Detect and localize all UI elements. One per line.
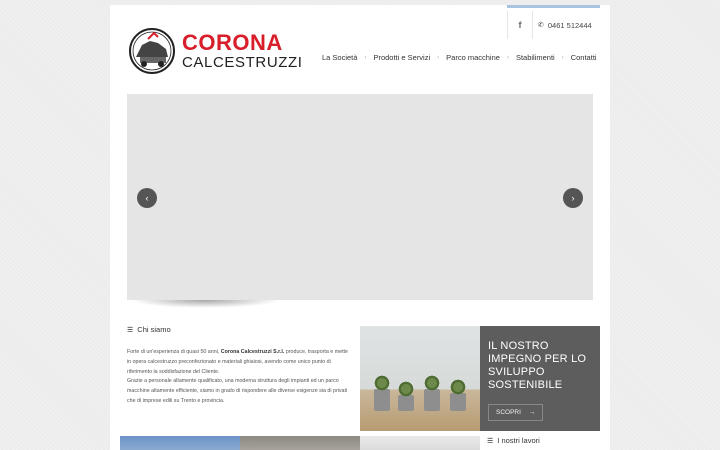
about-text: Forte di un'esperienza di quasi 50 anni,…	[127, 348, 349, 407]
nav-separator: ›	[364, 54, 367, 61]
plant	[423, 375, 441, 391]
logo-seal-icon	[129, 28, 175, 74]
phone-icon: ✆	[538, 22, 544, 29]
plant-pot	[374, 389, 390, 411]
logo[interactable]: CORONA CALCESTRUZZI	[128, 23, 308, 79]
promo-image	[360, 326, 480, 431]
about-text-part: Forte di un'esperienza di quasi 50 anni,	[127, 349, 221, 355]
discover-button[interactable]: SCOPRI →	[488, 404, 544, 421]
logo-subtitle: CALCESTRUZZI	[182, 54, 303, 71]
nav-item-prodotti[interactable]: Prodotti e Servizi	[373, 53, 430, 62]
chevron-right-icon: ›	[571, 193, 575, 203]
slider-prev-button[interactable]: ‹	[137, 188, 157, 208]
phone-number: 0461 512444	[547, 20, 592, 30]
plant-pot	[424, 389, 440, 411]
facebook-icon[interactable]: f	[507, 11, 533, 39]
plant-pot	[398, 395, 414, 411]
company-name: Corona Calcestruzzi S.r.l.	[220, 349, 285, 355]
plant	[449, 379, 467, 395]
sustainability-promo: IL NOSTRO IMPEGNO PER LO SVILUPPO SOSTEN…	[480, 326, 600, 431]
hero-slider[interactable]: ‹ ›	[127, 94, 593, 300]
plant	[373, 375, 391, 391]
work-thumbnail[interactable]	[240, 436, 360, 450]
work-thumbnail[interactable]	[120, 436, 240, 450]
about-text-part: Grazie a personale altamente qualificato…	[127, 378, 348, 404]
nav-separator: ›	[561, 54, 564, 61]
list-icon: ☰	[127, 326, 134, 334]
chevron-left-icon: ‹	[145, 193, 149, 203]
phone-contact[interactable]: ✆ 0461 512444	[538, 11, 592, 39]
page-container: f ✆ 0461 512444 CORONA CALCESTRUZZI La S…	[110, 5, 610, 450]
nav-item-contatti[interactable]: Contatti	[571, 53, 597, 62]
nav-item-societa[interactable]: La Società	[322, 53, 357, 62]
about-title: Chi siamo	[137, 325, 171, 334]
plant-pot	[450, 393, 466, 411]
nav-item-parco-macchine[interactable]: Parco macchine	[446, 53, 500, 62]
logo-name: CORONA	[182, 30, 283, 55]
works-title: I nostri lavori	[497, 436, 540, 445]
discover-button-label: SCOPRI	[496, 409, 521, 416]
slider-next-button[interactable]: ›	[563, 188, 583, 208]
about-section: ☰ Chi siamo Forte di un'esperienza di qu…	[127, 325, 349, 407]
works-section-header: ☰ I nostri lavori	[487, 436, 540, 445]
top-accent-bar	[507, 5, 600, 8]
nav-separator: ›	[437, 54, 440, 61]
work-thumbnail[interactable]	[360, 436, 480, 450]
list-icon: ☰	[487, 437, 494, 445]
plant	[397, 381, 415, 397]
main-nav: La Società › Prodotti e Servizi › Parco …	[322, 53, 597, 62]
nav-separator: ›	[506, 54, 509, 61]
slider-shadow	[130, 300, 280, 308]
nav-item-stabilimenti[interactable]: Stabilimenti	[516, 53, 555, 62]
promo-title: IL NOSTRO IMPEGNO PER LO SVILUPPO SOSTEN…	[488, 340, 587, 391]
arrow-right-icon: →	[528, 409, 536, 416]
